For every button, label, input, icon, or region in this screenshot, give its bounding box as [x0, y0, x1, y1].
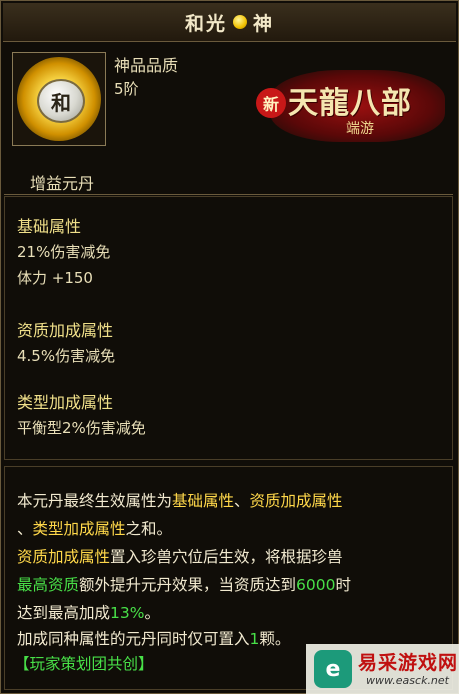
- desc-text: 加成同种属性的元丹同时仅可置入: [17, 630, 250, 648]
- base-attr-header: 基础属性: [17, 217, 82, 236]
- desc-text: 本元丹最终生效属性为: [17, 492, 173, 510]
- base-attr-line: 21%伤害减免: [17, 243, 111, 261]
- desc-highlight: 1: [249, 630, 260, 648]
- desc-text: 额外提升元丹效果，当资质达到: [79, 576, 297, 594]
- item-icon-frame: 和: [12, 52, 106, 146]
- title-right: 神: [253, 12, 275, 35]
- desc-highlight: 最高资质: [17, 576, 80, 594]
- aptitude-attr-line: 4.5%伤害减免: [17, 347, 116, 365]
- desc-highlight: 基础属性: [172, 492, 235, 510]
- desc-highlight: 资质加成属性: [249, 492, 343, 510]
- title-left: 和光: [184, 12, 227, 35]
- base-attr-line: 体力 +150: [17, 269, 93, 287]
- credit-footer: 【玩家策划团共创】: [14, 655, 154, 673]
- logo-subtitle: 端游: [346, 121, 374, 137]
- logo-title: 天龍八部: [288, 86, 412, 121]
- desc-line: 最高资质额外提升元丹效果，当资质达到6000时: [17, 573, 351, 595]
- type-attr-header: 类型加成属性: [17, 393, 114, 412]
- title-dot-icon: [233, 15, 247, 29]
- desc-text: 时: [335, 576, 351, 594]
- desc-highlight: 类型加成属性: [32, 520, 126, 538]
- item-coin-icon: 和: [37, 79, 85, 123]
- desc-line: 资质加成属性置入珍兽穴位后生效，将根据珍兽: [17, 545, 343, 567]
- desc-text: 达到最高加成: [17, 604, 111, 622]
- item-quality: 神品品质: [114, 56, 179, 75]
- desc-highlight: 6000: [296, 576, 336, 594]
- item-stage: 5阶: [114, 80, 139, 98]
- site-url: www.easck.net: [366, 674, 449, 687]
- aptitude-attr-header: 资质加成属性: [17, 321, 114, 340]
- desc-highlight: 13%: [110, 604, 145, 622]
- site-name: 易采游戏网: [358, 652, 459, 674]
- desc-text: 、: [234, 492, 250, 510]
- desc-text: 置入珍兽穴位后生效，将根据珍兽: [110, 548, 343, 566]
- type-attr-line: 平衡型2%伤害减免: [17, 419, 146, 437]
- logo-new-badge: 新: [256, 88, 286, 118]
- item-type: 增益元丹: [30, 174, 95, 193]
- desc-line: 达到最高加成13%。: [17, 601, 160, 623]
- game-logo: 新 天龍八部 端游: [250, 66, 450, 146]
- site-watermark[interactable]: e 易采游戏网 www.easck.net: [306, 644, 459, 694]
- desc-line: 、类型加成属性之和。: [17, 517, 172, 539]
- stats-section: 基础属性 21%伤害减免 体力 +150 资质加成属性 4.5%伤害减免 类型加…: [4, 196, 453, 460]
- divider: [4, 194, 453, 195]
- desc-text: 颗。: [259, 630, 291, 648]
- desc-line: 加成同种属性的元丹同时仅可置入1颗。: [17, 627, 290, 649]
- desc-text: 、: [17, 520, 33, 538]
- desc-highlight: 资质加成属性: [17, 548, 111, 566]
- site-logo-icon: e: [314, 650, 352, 688]
- desc-text: 。: [144, 604, 160, 622]
- desc-line: 本元丹最终生效属性为基础属性、资质加成属性: [17, 489, 343, 511]
- desc-text: 之和。: [125, 520, 173, 538]
- item-title: 和光 神: [3, 3, 456, 42]
